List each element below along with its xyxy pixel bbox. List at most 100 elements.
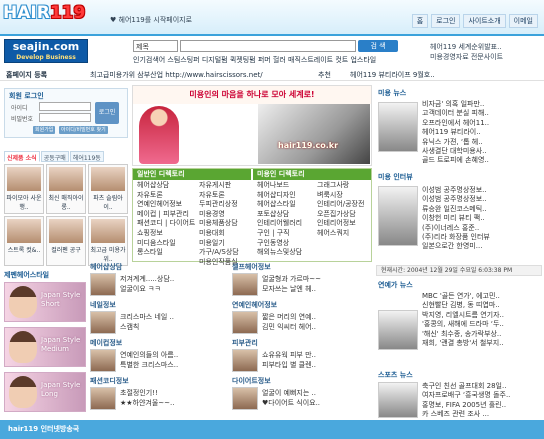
news-link[interactable]: 여자프로배구 ‘흥국생명 돌주..: [422, 391, 510, 400]
register-homepage-link[interactable]: 홈페이지 등록: [6, 70, 47, 80]
dir-link[interactable]: 헤어샵상담: [137, 181, 195, 191]
interview-link[interactable]: 일본으로간 한영미...: [422, 242, 490, 251]
start-page-link[interactable]: ♥ 헤어119를 시작페이지로: [110, 15, 192, 25]
news-link[interactable]: 신현빨단 김병, 동 띠엽마..: [422, 301, 504, 310]
category-box[interactable]: 헤어샵상담 저겨계계.....상담.. 얼굴이요 ㅋㅋ: [90, 262, 228, 297]
news-link[interactable]: 고객데이터 분실 피해..: [422, 109, 489, 118]
product-item[interactable]: 최신 매직아이롱..: [46, 164, 86, 214]
beauty-life-link[interactable]: 헤어119 뷰티라이프 9월호..: [350, 70, 435, 80]
news-link[interactable]: 박지영, 리엘시트름 연기자..: [422, 311, 504, 320]
post-link[interactable]: ♥다이어트 식이요..: [262, 398, 320, 408]
signup-button[interactable]: 회원가입: [33, 126, 56, 134]
dir-link[interactable]: 연예인헤어정보: [137, 200, 195, 210]
find-account-button[interactable]: 아이디/비밀번호 찾기: [59, 126, 108, 134]
category-box[interactable]: 연예인헤어정보 짧은 머리의 연예.. 김민 익씨터 헤어..: [232, 300, 370, 335]
dir-link[interactable]: 미용경영: [199, 210, 239, 220]
dir-link[interactable]: 인테리어정보: [317, 219, 364, 229]
interview-link[interactable]: (주)이너레스 홍준..: [422, 224, 490, 233]
category-box[interactable]: 다이어트정보 얼굴이 예뻐지는 .. ♥다이어트 식이요..: [232, 376, 370, 411]
post-link[interactable]: 크리스마스 네일 ..: [120, 312, 174, 322]
post-link[interactable]: 연예인의들의 아름..: [120, 350, 178, 360]
dir-link[interactable]: 미용일기: [199, 239, 239, 249]
interview-link[interactable]: 이성범 공주명상정보..: [422, 186, 490, 195]
news-link[interactable]: '해신' 최수종, 송가락부상..: [422, 330, 504, 339]
news-link[interactable]: 재희, '괜결 총방'서 철부지..: [422, 339, 504, 348]
style-medium[interactable]: Japan Style Medium: [4, 327, 86, 367]
dir-link[interactable]: 두피관리상정: [199, 200, 239, 210]
interview-link[interactable]: 류승완 일진코스메틱..: [422, 205, 490, 214]
broadcast-bar[interactable]: hair119 인터넷방송국: [0, 420, 544, 439]
style-long[interactable]: Japan Style Long: [4, 372, 86, 412]
beauty-directory-head[interactable]: 미용인 디렉토리: [253, 169, 371, 180]
dir-link[interactable]: 자유게시판: [199, 181, 239, 191]
news-link[interactable]: 골드 트로피에 손혜영..: [422, 156, 489, 165]
popular-keywords[interactable]: 인기검색어 스팀스팅퍼 디지털펌 퀵젯팅펌 퍼머 헐러 매직스트레이트 컷트 업…: [133, 55, 423, 65]
dir-link[interactable]: 헤어샵디자인: [257, 191, 302, 201]
post-link[interactable]: 스캠칙: [120, 322, 174, 332]
category-box[interactable]: 패션코디정보 초절정인기!! ★★하얀겨울~~..: [90, 376, 228, 411]
category-box[interactable]: 네일정보 크리스마스 네일 .. 스캠칙: [90, 300, 228, 335]
news-link[interactable]: 홍명보, FIFA 2005년 훌린..: [422, 401, 510, 410]
dir-link[interactable]: 헤어스쿼지: [317, 229, 364, 239]
search-scope-select[interactable]: 제목: [133, 40, 178, 52]
dir-link[interactable]: 메이컵 | 피부관리: [137, 210, 195, 220]
product-item[interactable]: 스트록 컷&..: [4, 216, 44, 266]
general-directory-head[interactable]: 일반인 디렉토리: [133, 169, 251, 180]
rank-link[interactable]: 헤어119 세계순위발표..: [430, 42, 503, 52]
home-link[interactable]: 홈: [411, 14, 429, 28]
login-link[interactable]: 로그인: [431, 14, 461, 28]
password-input[interactable]: [39, 113, 91, 122]
dir-link[interactable]: 인테리어웰러리: [257, 219, 302, 229]
site-intro-link[interactable]: 사이트소개: [463, 14, 506, 28]
post-link[interactable]: 얼굴이 예뻐지는 ..: [262, 388, 320, 398]
dir-link[interactable]: 가구/A/S상담: [199, 248, 239, 258]
dir-link[interactable]: 오픈집가상담: [317, 210, 364, 220]
category-box[interactable]: 메이컵정보 연예인의들의 아름.. 특별한 크리스마스..: [90, 338, 228, 373]
dir-link[interactable]: 미용대회: [199, 229, 239, 239]
id-input[interactable]: [39, 102, 91, 111]
post-link[interactable]: 저겨계계.....상담..: [120, 274, 174, 284]
post-link[interactable]: 모자쓰는 날엔 헤..: [262, 284, 321, 294]
tab-hair119[interactable]: 헤어119동: [69, 151, 104, 162]
post-link[interactable]: 피부타입 별 클렌..: [262, 360, 316, 370]
dir-link[interactable]: 포토샵상담: [257, 210, 302, 220]
tab-new-products[interactable]: 신제품 소식: [4, 151, 40, 162]
interview-link[interactable]: 이창헌 미리 뷰티 팩..: [422, 214, 490, 223]
post-link[interactable]: 특별한 크리스마스..: [120, 360, 178, 370]
login-button[interactable]: 로그인: [95, 102, 119, 124]
news-link[interactable]: 헤어119 뷰티라이..: [422, 128, 489, 137]
post-link[interactable]: 초절정인기!!: [120, 388, 175, 398]
dir-link[interactable]: 구인동영상: [257, 239, 302, 249]
post-link[interactable]: ★★하얀겨울~~..: [120, 398, 175, 408]
dir-link[interactable]: 미디움스타일: [137, 239, 195, 249]
style-short[interactable]: Japan Style Short: [4, 282, 86, 322]
main-banner[interactable]: 미용인의 마음을 하나로 모아 세계로! hair119.co.kr: [132, 85, 372, 166]
site-logo[interactable]: HAIR119: [3, 3, 85, 23]
news-link[interactable]: 카 스베즈 관련 조사 ...: [422, 410, 510, 419]
dir-link[interactable]: 인테리어/공장전: [317, 200, 364, 210]
news-link[interactable]: 축구인 친선 골프대회 28일..: [422, 382, 510, 391]
product-item[interactable]: 컬러펜 공구: [46, 216, 86, 266]
post-link[interactable]: 얼굴형과 가르마~~: [262, 274, 321, 284]
dir-link[interactable]: 헤어나보드: [257, 181, 302, 191]
news-link[interactable]: '홍콩의, 새해에 드라마 ‘두..: [422, 320, 504, 329]
interview-link[interactable]: 이성범 공주명상정보..: [422, 195, 490, 204]
news-link[interactable]: MBC '골든 연가', 에고민..: [422, 292, 504, 301]
dir-link[interactable]: 패션코디 | 다이어트: [137, 219, 195, 229]
scissors-ad-link[interactable]: 최고급미용가위 삼부산업 http://www.hairscissors.net…: [90, 70, 263, 80]
post-link[interactable]: 짧은 머리의 연예..: [262, 312, 316, 322]
dir-link[interactable]: 자유토론: [199, 191, 239, 201]
dir-link[interactable]: 롱스타일: [137, 248, 195, 258]
dir-link[interactable]: 자유토론: [137, 191, 195, 201]
dir-link[interactable]: 헤어샵스타일: [257, 200, 302, 210]
post-link[interactable]: 김민 익씨터 헤어..: [262, 322, 316, 332]
category-box[interactable]: 셀프헤어정보 얼굴형과 가르마~~ 모자쓰는 날엔 헤..: [232, 262, 370, 297]
mgmt-link[interactable]: 미용경영자료 전문사이트: [430, 52, 503, 62]
tab-group-buy[interactable]: 공동구매: [40, 151, 69, 162]
dir-link[interactable]: 쇼핑정보: [137, 229, 195, 239]
post-link[interactable]: 얼굴이요 ㅋㅋ: [120, 284, 174, 294]
sponsor-logo[interactable]: seajin.com Develop Business: [4, 39, 88, 63]
email-link[interactable]: 이메일: [508, 14, 538, 28]
news-link[interactable]: 비자금' 의혹 일파만..: [422, 100, 489, 109]
news-link[interactable]: 오프라인에서 헤어11..: [422, 119, 489, 128]
